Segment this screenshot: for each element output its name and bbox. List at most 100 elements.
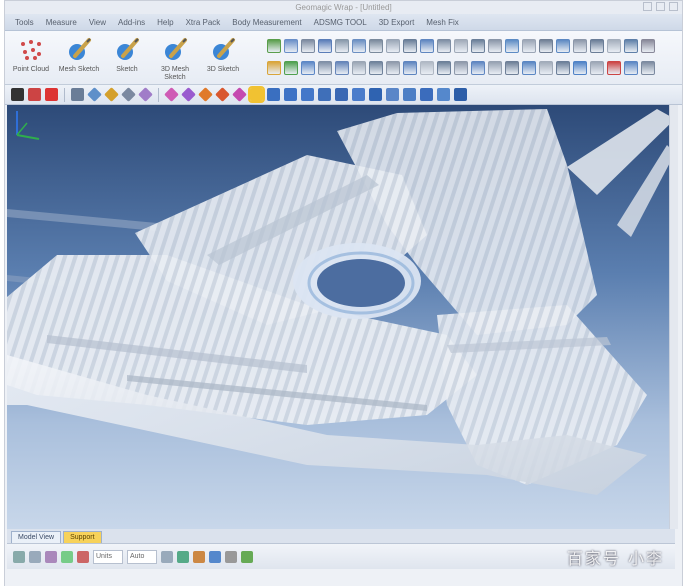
status-tool-icon[interactable] [209,550,221,563]
3d-viewport[interactable] [7,105,675,529]
mesh-sketch-tool[interactable]: Mesh Sketch [55,33,103,83]
view-tool-icon[interactable] [71,88,84,101]
view-tool-icon[interactable] [121,87,136,102]
ribbon-tool-icon[interactable] [573,61,587,75]
status-tool-icon[interactable] [77,550,89,563]
status-tool-icon[interactable] [45,550,57,563]
ribbon-tool-icon[interactable] [369,39,383,53]
ribbon-tool-icon[interactable] [267,61,281,75]
minimize-button[interactable] [643,2,652,11]
ribbon-tool-icon[interactable] [454,61,468,75]
sketch-tool[interactable]: Sketch [103,33,151,83]
menu-item-tools[interactable]: Tools [9,18,40,27]
view-tool-icon[interactable] [28,88,41,101]
tab-model-view[interactable]: Model View [11,531,62,543]
status-tool-icon[interactable] [161,550,173,563]
view-tool-icon[interactable] [104,87,119,102]
ribbon-tool-icon[interactable] [624,61,638,75]
status-tool-icon[interactable] [61,550,73,563]
ribbon-tool-icon[interactable] [301,39,315,53]
ribbon-tool-icon[interactable] [352,61,366,75]
menu-item-mesh-fix[interactable]: Mesh Fix [420,18,464,27]
ribbon-tool-icon[interactable] [488,39,502,53]
ribbon-tool-icon[interactable] [471,61,485,75]
ribbon-tool-icon[interactable] [522,61,536,75]
view-tool-icon[interactable] [420,88,433,101]
status-tool-icon[interactable] [13,550,25,563]
view-tool-icon[interactable] [318,88,331,101]
status-field[interactable]: Auto [127,549,157,564]
ribbon-tool-icon[interactable] [522,39,536,53]
ribbon-tool-icon[interactable] [437,61,451,75]
view-tool-icon[interactable] [403,88,416,101]
view-tool-icon[interactable] [248,86,265,103]
view-tool-icon[interactable] [437,88,450,101]
status-tool-icon[interactable] [225,550,237,563]
view-tool-icon[interactable] [198,87,213,102]
view-tool-icon[interactable] [87,87,102,102]
view-tool-icon[interactable] [215,87,230,102]
3d-sketch-tool[interactable]: 3D Sketch [199,33,247,83]
ribbon-tool-icon[interactable] [335,39,349,53]
ribbon-tool-icon[interactable] [420,39,434,53]
tab-support[interactable]: Support [63,531,102,543]
ribbon-tool-icon[interactable] [318,61,332,75]
view-tool-icon[interactable] [11,88,24,101]
view-tool-icon[interactable] [284,88,297,101]
ribbon-tool-icon[interactable] [471,39,485,53]
status-tool-icon[interactable] [29,550,41,563]
menu-item-add-ins[interactable]: Add-ins [112,18,151,27]
viewport-scrollbar[interactable] [669,105,678,529]
ribbon-tool-icon[interactable] [607,61,621,75]
status-tool-icon[interactable] [177,550,189,563]
ribbon-tool-icon[interactable] [641,61,655,75]
status-tool-icon[interactable] [193,550,205,563]
view-tool-icon[interactable] [45,88,58,101]
ribbon-tool-icon[interactable] [420,61,434,75]
view-tool-icon[interactable] [335,88,348,101]
view-tool-icon[interactable] [369,88,382,101]
ribbon-tool-icon[interactable] [641,39,655,53]
ribbon-tool-icon[interactable] [590,39,604,53]
point-cloud-tool[interactable]: Point Cloud [7,33,55,83]
ribbon-tool-icon[interactable] [539,39,553,53]
status-field[interactable]: Units [93,549,123,564]
ribbon-tool-icon[interactable] [403,61,417,75]
3d-mesh-sketch-tool[interactable]: 3D Mesh Sketch [151,33,199,83]
ribbon-tool-icon[interactable] [573,39,587,53]
ribbon-tool-icon[interactable] [403,39,417,53]
ribbon-tool-icon[interactable] [454,39,468,53]
view-tool-icon[interactable] [454,88,467,101]
view-tool-icon[interactable] [181,87,196,102]
view-tool-icon[interactable] [138,87,153,102]
ribbon-tool-icon[interactable] [352,39,366,53]
ribbon-tool-icon[interactable] [267,39,281,53]
ribbon-tool-icon[interactable] [369,61,383,75]
ribbon-tool-icon[interactable] [301,61,315,75]
menu-item-adsmg-tool[interactable]: ADSMG TOOL [308,18,373,27]
view-tool-icon[interactable] [301,88,314,101]
menu-item-measure[interactable]: Measure [40,18,83,27]
ribbon-tool-icon[interactable] [556,61,570,75]
ribbon-tool-icon[interactable] [607,39,621,53]
ribbon-tool-icon[interactable] [386,61,400,75]
maximize-button[interactable] [656,2,665,11]
menu-item-xtra-pack[interactable]: Xtra Pack [180,18,227,27]
view-tool-icon[interactable] [352,88,365,101]
ribbon-tool-icon[interactable] [284,39,298,53]
ribbon-tool-icon[interactable] [556,39,570,53]
ribbon-tool-icon[interactable] [505,39,519,53]
menu-item-3d-export[interactable]: 3D Export [373,18,421,27]
menu-item-view[interactable]: View [83,18,112,27]
ribbon-tool-icon[interactable] [505,61,519,75]
ribbon-tool-icon[interactable] [335,61,349,75]
ribbon-tool-icon[interactable] [488,61,502,75]
view-tool-icon[interactable] [232,87,247,102]
view-tool-icon[interactable] [386,88,399,101]
view-tool-icon[interactable] [164,87,179,102]
ribbon-tool-icon[interactable] [590,61,604,75]
menu-item-body-measurement[interactable]: Body Measurement [226,18,307,27]
close-button[interactable] [669,2,678,11]
ribbon-tool-icon[interactable] [437,39,451,53]
ribbon-tool-icon[interactable] [386,39,400,53]
